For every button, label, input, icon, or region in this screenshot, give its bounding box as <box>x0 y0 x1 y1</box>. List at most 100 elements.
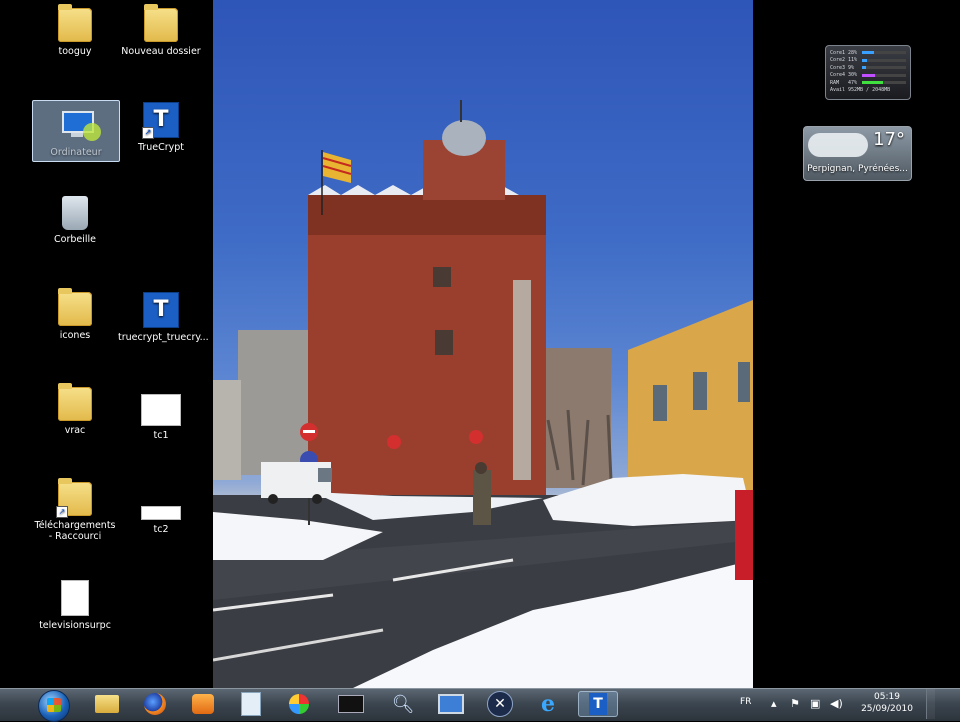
cpu-label: Core3 <box>830 64 846 71</box>
desktop-icon-label: Téléchargements - Raccourci <box>34 520 116 542</box>
cpu-label: Core4 <box>830 72 846 79</box>
desktop-icon-tooguy[interactable]: tooguy <box>32 4 118 57</box>
cpu-bar <box>862 73 906 77</box>
user-folder-icon <box>58 4 92 42</box>
document-icon <box>141 394 181 426</box>
up-arrow-icon[interactable]: ▴ <box>771 697 777 710</box>
network-tray-icon[interactable]: ▣ <box>810 697 820 710</box>
cpu-bar-fill <box>862 73 876 77</box>
desktop-icon-truecrypt[interactable]: T ↗ TrueCrypt <box>118 102 204 153</box>
cpu-row: Core2 11% <box>830 57 906 65</box>
cpu-bar <box>862 58 906 62</box>
language-indicator[interactable]: FR <box>740 697 751 707</box>
cpu-label: Core1 <box>830 49 846 56</box>
windows-logo-icon <box>47 698 61 712</box>
cpu-bar-fill <box>862 58 867 62</box>
flag-icon[interactable]: ⚑ <box>790 697 800 710</box>
firefox-icon <box>144 693 166 715</box>
taskbar-search[interactable]: 🔍︎ <box>383 691 423 717</box>
cpu-percent: 11% <box>848 57 858 64</box>
folder-icon <box>95 695 119 713</box>
taskbar-paint[interactable] <box>279 691 319 717</box>
desktop-icon-label: tooguy <box>58 46 92 57</box>
truecrypt-icon: T <box>589 693 607 715</box>
desktop-icon-label: tc1 <box>153 430 169 441</box>
truecrypt-setup-icon: T <box>143 292 179 328</box>
desktop-icon-vrac[interactable]: vrac <box>32 383 118 436</box>
download-folder-icon: ↗ <box>56 478 92 518</box>
desktop-icon-tc2[interactable]: tc2 <box>118 506 204 535</box>
folder-icon <box>144 4 178 42</box>
taskbar-truecrypt[interactable]: T <box>578 691 618 717</box>
cpu-row: Core3 9% <box>830 64 906 72</box>
clock-date: 25/09/2010 <box>861 704 913 714</box>
memory-row: Avail 952MB / 2048MB <box>830 87 906 95</box>
taskbar-network[interactable] <box>431 691 471 717</box>
desktop-icon-label: icones <box>59 330 91 341</box>
shortcut-arrow-icon: ↗ <box>56 506 68 518</box>
ram-bar <box>862 81 906 85</box>
desktop-icon-label: truecrypt_truecry... <box>118 332 209 343</box>
wallpaper-photo <box>213 0 753 688</box>
computer-icon <box>59 109 101 143</box>
recycle-bin-icon <box>62 196 88 230</box>
cloud-icon <box>808 133 868 157</box>
weather-location: Perpignan, Pyrénées... <box>807 164 908 174</box>
ie-icon: e <box>541 691 555 717</box>
memory-value: 952MB / 2048MB <box>848 87 891 94</box>
weather-gadget[interactable]: 17° Perpignan, Pyrénées... <box>803 126 912 181</box>
folder-icon <box>58 288 92 326</box>
desktop-icon-telechargements[interactable]: ↗ Téléchargements - Raccourci <box>32 478 118 542</box>
desktop-icon-label: Corbeille <box>54 234 96 245</box>
cpu-bar-fill <box>862 51 875 55</box>
desktop-icon-tc1[interactable]: tc1 <box>118 394 204 441</box>
desktop-icon-truecrypt-setup[interactable]: T truecrypt_truecry... <box>118 292 209 343</box>
cpu-bar <box>862 66 906 70</box>
ram-bar-fill <box>862 81 883 85</box>
desktop-icon-label: TrueCrypt <box>137 142 185 153</box>
memory-label: Avail <box>830 87 846 94</box>
taskbar-command-prompt[interactable] <box>331 691 371 717</box>
cpu-label: Core2 <box>830 57 846 64</box>
ram-percent: 47% <box>848 79 858 86</box>
media-file-icon <box>61 580 89 616</box>
clock[interactable]: 05:19 25/09/2010 <box>852 691 922 715</box>
volume-icon[interactable]: ◀) <box>830 697 843 710</box>
desktop-icon-ordinateur[interactable]: Ordinateur <box>32 100 120 162</box>
desktop-icon-label: televisionsurpc <box>39 620 111 631</box>
network-icon <box>438 694 464 714</box>
cpu-bar-fill <box>862 66 866 70</box>
desktop-icon-icones[interactable]: icones <box>32 288 118 341</box>
desktop-icon-corbeille[interactable]: Corbeille <box>32 196 118 245</box>
cpu-meter-gadget[interactable]: Core1 28% Core2 11% Core3 9% Core4 30% R… <box>825 45 911 100</box>
clock-time: 05:19 <box>874 692 900 702</box>
cpu-bar <box>862 51 906 55</box>
shortcut-arrow-icon: ↗ <box>142 127 154 139</box>
taskbar-explorer[interactable] <box>87 691 127 717</box>
ram-label: RAM <box>830 79 840 86</box>
desktop-icon-label: Nouveau dossier <box>121 46 201 57</box>
notepad-icon <box>241 692 261 716</box>
media-player-icon <box>192 694 214 714</box>
ram-row: RAM 47% <box>830 79 906 87</box>
desktop-icon-televisionsurpc[interactable]: televisionsurpc <box>32 580 118 631</box>
cpu-percent: 30% <box>848 72 858 79</box>
taskbar-media-player[interactable] <box>183 691 223 717</box>
show-desktop-button[interactable] <box>926 689 935 719</box>
taskbar-firefox[interactable] <box>135 691 175 717</box>
document-icon <box>141 506 181 520</box>
cpu-row: Core1 28% <box>830 49 906 57</box>
terminal-icon <box>338 695 364 713</box>
desktop-icon-label: vrac <box>64 425 86 436</box>
taskbar-internet-explorer[interactable]: e <box>528 691 568 717</box>
desktop-icon-label: Ordinateur <box>50 147 102 158</box>
desktop-icon-nouveau-dossier[interactable]: Nouveau dossier <box>118 4 204 57</box>
truecrypt-icon: T ↗ <box>142 102 179 139</box>
desktop: tooguy Ordinateur Corbeille icones vrac … <box>0 0 960 688</box>
paint-icon <box>289 694 309 714</box>
start-button[interactable] <box>38 690 70 722</box>
taskbar-x-app[interactable]: ✕ <box>480 691 520 717</box>
taskbar-notepad[interactable] <box>231 691 271 717</box>
weather-temperature: 17° <box>873 129 905 150</box>
cpu-percent: 9% <box>848 64 855 71</box>
